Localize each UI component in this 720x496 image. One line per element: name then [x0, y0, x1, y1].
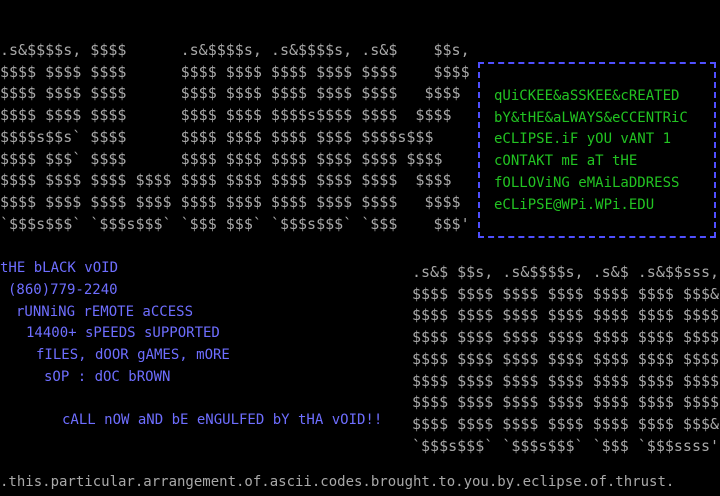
bbs-features: fILES, dOOR gAMES, mORE	[36, 347, 230, 363]
credit-line: cONTAKT mE aT tHE	[494, 153, 638, 170]
bbs-software: rUNNiNG rEMOTE aCCESS	[16, 304, 194, 320]
footer-credit: .this.particular.arrangement.of.ascii.co…	[0, 474, 675, 490]
credit-line: bY&tHE&aLWAYS&eCCENTRiC	[494, 109, 688, 126]
credit-box-text: qUiCKEE&aSSKEE&cREATED bY&tHE&aLWAYS&eCC…	[494, 86, 688, 216]
ascii-art-black-logo: .s&$$$$s, $$$$ .s&$$$$s, .s&$$$$s, .s&$ …	[0, 41, 470, 233]
bbs-call-to-action: cALL nOW aND bE eNGULFED bY tHA vOID!!	[62, 412, 383, 428]
credit-line: qUiCKEE&aSSKEE&cREATED	[494, 88, 680, 104]
bbs-sysop: sOP : dOC bROWN	[44, 369, 171, 385]
credit-email: eCLiPSE@WPi.WPi.EDU	[494, 196, 655, 213]
credit-line: eCLIPSE.iF yOU vANT 1	[494, 131, 672, 148]
credit-line: fOLLOViNG eMAiLaDDRESS	[494, 174, 680, 191]
bbs-phone: (860)779-2240	[8, 282, 118, 298]
bbs-speeds: 14400+ sPEEDS sUPPORTED	[26, 325, 220, 341]
bbs-name: tHE bLACK vOID	[0, 260, 119, 276]
ascii-art-void-logo: .s&$ $$s, .s&$$$$s, .s&$ .s&$$sss, $$$$ …	[412, 263, 720, 455]
